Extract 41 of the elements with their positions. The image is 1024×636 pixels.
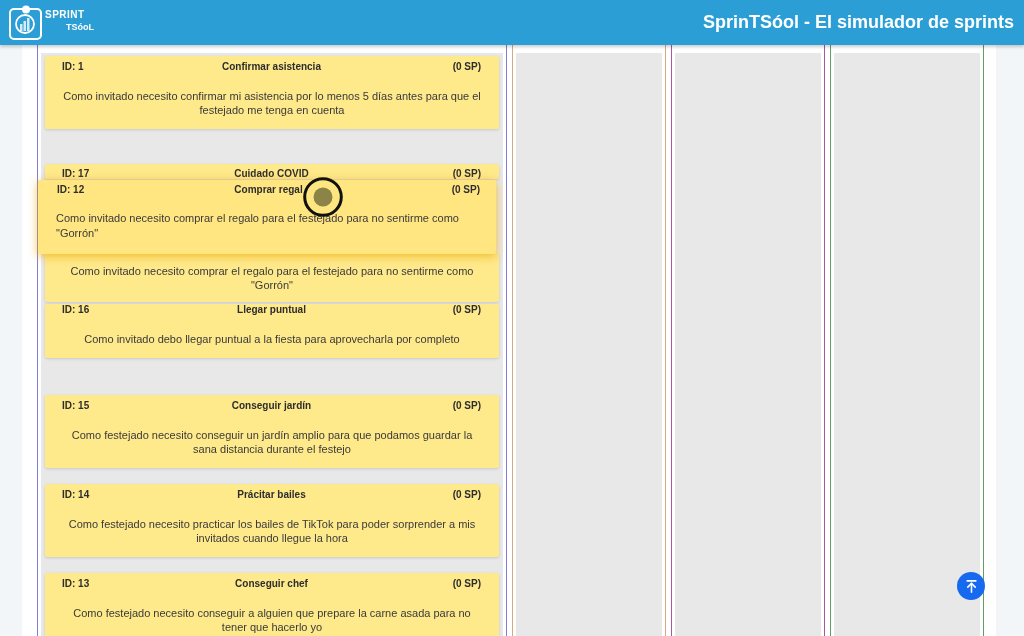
card-description: Como invitado necesito comprar el regalo para el festejado para no sentirme como "Gorrón" — [56, 211, 460, 241]
logo-text: TSóoL — [66, 22, 94, 32]
story-card[interactable]: ID: 14 Prácitar bailes (0 SP) Como festejado necesito practicar los bailes de TikTok para poder sorprender a mis invitados cuando llegue la hora — [45, 484, 499, 557]
card-description: Como festejado necesito conseguir a alguien que prepare la carne asada para no tener que hacerlo yo — [72, 606, 472, 634]
story-card[interactable]: ID: 17 Cuidado COVID (0 SP) — [45, 164, 499, 179]
card-id: ID: 14 — [62, 489, 90, 501]
story-card[interactable]: Como invitado necesito comprar el regalo para el festejado para no sentirme como "Gorrón" — [45, 253, 499, 302]
card-points: (0 SP) — [452, 578, 481, 590]
card-id: ID: 12 — [57, 184, 85, 196]
card-description: Como festejado necesito conseguir un jardín amplio para que podamos guardar la sana distancia durante el festejo — [70, 428, 474, 456]
app-title: SprinTSóol - El simulador de sprints — [702, 11, 1014, 34]
card-title: Confirmar asistencia — [222, 61, 321, 73]
card-title: Cuidado COVID — [234, 168, 309, 179]
card-title: Prácitar bailes — [237, 489, 306, 501]
story-card[interactable]: ID: 15 Conseguir jardín (0 SP) Como festejado necesito conseguir un jardín amplio para que podamos guardar la sana distancia durante el festejo — [45, 395, 499, 468]
card-id: ID: 15 — [62, 400, 90, 412]
card-points: (0 SP) — [451, 184, 480, 196]
card-points: (0 SP) — [452, 304, 481, 316]
card-title: Comprar regal — [234, 184, 303, 196]
card-points: (0 SP) — [452, 489, 481, 501]
card-title: Conseguir jardín — [231, 400, 312, 412]
card-id: ID: 13 — [62, 578, 90, 590]
card-id: ID: 16 — [62, 304, 90, 316]
card-description: Como invitado necesito comprar el regalo para el festejado para no sentirme como "Gorrón" — [69, 264, 475, 292]
story-card[interactable]: ID: 13 Conseguir chef (0 SP) Como festejado necesito conseguir a alguien que prepare la carne asada para no tener que hacerlo yo — [45, 573, 499, 636]
logo-icon — [8, 4, 44, 41]
card-title: Conseguir chef — [235, 578, 308, 590]
arrow-up-to-line-icon — [963, 578, 979, 594]
logo-text: SPRINT — [45, 9, 86, 20]
dragged-story-card[interactable]: ID: 12 Comprar regal (0 SP) Como invitado necesito comprar el regalo para el festejado para no sentirme como "Gorrón" — [38, 180, 496, 254]
card-title: Llegar puntual — [237, 304, 306, 316]
card-id: ID: 17 — [62, 168, 90, 179]
card-points: (0 SP) — [452, 61, 481, 73]
story-card[interactable]: ID: 16 Llegar puntual (0 SP) Como invitado debo llegar puntual a la fiesta para aprovecharla por completo — [45, 304, 499, 358]
card-id: ID: 1 — [62, 61, 84, 73]
card-points: (0 SP) — [452, 168, 481, 179]
card-description: Como festejado necesito practicar los bailes de TikTok para poder sorprender a mis invitados cuando llegue la hora — [67, 517, 477, 545]
card-description: Como invitado necesito confirmar mi asistencia por lo menos 5 días antes para que el festejado me tenga en cuenta — [62, 89, 482, 117]
card-points: (0 SP) — [452, 400, 481, 412]
card-description: Como invitado debo llegar puntual a la fiesta para aprovecharla por completo — [83, 332, 461, 346]
story-card[interactable]: ID: 1 Confirmar asistencia (0 SP) Como invitado necesito confirmar mi asistencia por lo menos 5 días antes para que el festejado me tenga en cuenta — [45, 56, 499, 129]
